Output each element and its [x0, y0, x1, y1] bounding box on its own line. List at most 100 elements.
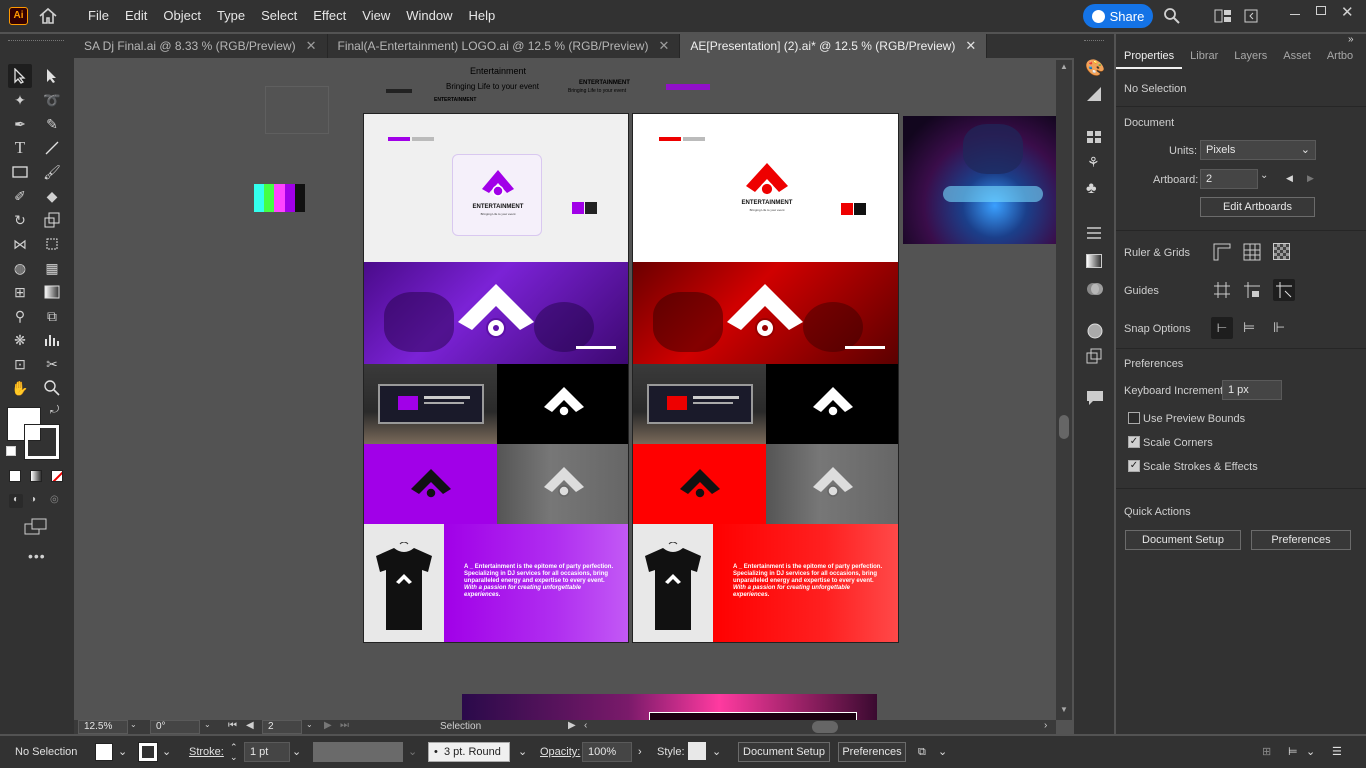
gradient-panel-icon[interactable] — [1086, 254, 1102, 268]
menu-effect[interactable]: Effect — [305, 0, 354, 32]
type-tool-icon[interactable]: T — [8, 136, 32, 160]
preferences-button[interactable]: Preferences — [1251, 530, 1351, 550]
snap-pixel-icon[interactable]: ⊩ — [1273, 319, 1285, 336]
canvas-area[interactable]: Entertainment Bringing Life to your even… — [74, 60, 1056, 720]
arrange-dropdown-icon[interactable]: ⌄ — [938, 742, 947, 762]
units-select[interactable]: Pixels ⌄ — [1200, 140, 1316, 160]
curvature-tool-icon[interactable]: ✎ — [40, 112, 64, 136]
prev-artboard-icon[interactable]: ◀ — [246, 720, 254, 731]
smart-guides-icon[interactable] — [1273, 279, 1295, 301]
stroke-weight-field[interactable]: 1 pt — [244, 742, 290, 762]
control-menu-icon[interactable]: ☰ — [1332, 742, 1342, 762]
close-tab-icon[interactable]: ✕ — [965, 38, 976, 53]
panel-tab-asset[interactable]: Asset — [1275, 43, 1319, 69]
graphic-styles-icon[interactable] — [1086, 348, 1102, 367]
stroke-stepper-icon[interactable]: ⌃ ⌄ — [230, 742, 238, 762]
keyboard-increment-field[interactable]: 1 px — [1222, 380, 1282, 400]
stroke-swatch[interactable] — [24, 424, 60, 460]
menu-type[interactable]: Type — [209, 0, 253, 32]
panel-tab-librar[interactable]: Librar — [1182, 43, 1226, 69]
menu-file[interactable]: File — [80, 0, 117, 32]
snap-grid-icon[interactable]: ⊨ — [1243, 319, 1255, 336]
snap-point-icon[interactable]: ⊢ — [1211, 317, 1233, 339]
column-graph-icon[interactable] — [40, 328, 64, 352]
stroke-panel-icon[interactable] — [1086, 226, 1102, 243]
use-preview-bounds-checkbox[interactable] — [1128, 412, 1140, 424]
align-icon[interactable]: ⊞ — [1262, 742, 1271, 762]
artboard-number-field[interactable]: 2 — [262, 720, 302, 734]
direct-selection-tool-icon[interactable] — [40, 64, 64, 88]
lock-guides-icon[interactable] — [1243, 281, 1261, 302]
eyedropper-icon[interactable]: ⚲ — [8, 304, 32, 328]
pen-tool-icon[interactable]: ✒ — [8, 112, 32, 136]
panel-tab-artbo[interactable]: Artbo — [1319, 43, 1361, 69]
paintbrush-tool-icon[interactable]: 🖌 — [40, 160, 64, 184]
hscroll-thumb[interactable] — [812, 721, 838, 733]
transparency-grid-icon[interactable] — [1273, 243, 1290, 260]
next-artboard-icon[interactable]: ▶ — [1307, 173, 1314, 184]
comments-icon[interactable] — [1086, 390, 1104, 409]
prev-artboard-icon[interactable]: ◀ — [1286, 173, 1293, 184]
rotate-field[interactable]: 0° — [150, 720, 200, 734]
menu-edit[interactable]: Edit — [117, 0, 155, 32]
width-tool-icon[interactable]: ⋈ — [8, 232, 32, 256]
restore-icon[interactable] — [1316, 6, 1326, 15]
tab-doc-1[interactable]: SA Dj Final.ai @ 8.33 % (RGB/Preview) ✕ — [74, 34, 328, 58]
close-window-icon[interactable]: ✕ — [1341, 3, 1354, 21]
variable-width-profile[interactable] — [313, 742, 403, 762]
scale-strokes-checkbox[interactable]: ✓ — [1128, 460, 1140, 472]
artboard-field[interactable]: 2 — [1200, 169, 1258, 189]
rotate-tool-icon[interactable]: ↻ — [8, 208, 32, 232]
status-menu-icon[interactable]: ▶ — [568, 720, 576, 731]
fill-dropdown-icon[interactable]: ⌄ — [118, 742, 127, 762]
blend-tool-icon[interactable]: ⧉ — [40, 304, 64, 328]
none-mode-icon[interactable] — [51, 470, 63, 482]
zoom-tool-icon[interactable] — [40, 376, 64, 400]
stroke-label[interactable]: Stroke: — [189, 742, 224, 762]
opacity-field[interactable]: 100% — [582, 742, 632, 762]
minimize-icon[interactable] — [1290, 14, 1300, 15]
zoom-field[interactable]: 12.5% — [78, 720, 128, 734]
lasso-icon[interactable]: ➰ — [40, 88, 64, 112]
vertical-scrollbar[interactable]: ▲ ▼ — [1056, 60, 1072, 720]
share-button[interactable]: Share — [1083, 4, 1153, 28]
slice-tool-icon[interactable]: ✂ — [40, 352, 64, 376]
magic-wand-icon[interactable]: ✦ — [8, 88, 32, 112]
free-transform-icon[interactable] — [40, 232, 64, 256]
distribute-icon[interactable]: ⊨ — [1288, 742, 1298, 762]
tab-doc-2[interactable]: Final(A-Entertainment) LOGO.ai @ 12.5 % … — [328, 34, 681, 58]
selection-tool-icon[interactable] — [8, 64, 32, 88]
dj-photo[interactable] — [903, 116, 1056, 244]
control-fill-swatch[interactable] — [95, 743, 113, 761]
hscroll-left-icon[interactable]: ‹ — [584, 720, 587, 731]
artboard-red[interactable]: ENTERTAINMENT Bringing Life to your even… — [632, 113, 899, 643]
rectangle-tool-icon[interactable] — [8, 160, 32, 184]
symbol-sprayer-icon[interactable]: ❋ — [8, 328, 32, 352]
tab-doc-3[interactable]: AE[Presentation] (2).ai* @ 12.5 % (RGB/P… — [680, 34, 988, 58]
draw-normal-icon[interactable]: ◐ — [9, 494, 23, 508]
scale-tool-icon[interactable] — [40, 208, 64, 232]
panel-tab-properties[interactable]: Properties — [1116, 43, 1183, 69]
artboard-dropdown-icon[interactable]: ⌄ — [306, 720, 313, 729]
last-artboard-icon[interactable]: ⏭ — [340, 720, 349, 731]
menu-help[interactable]: Help — [460, 0, 503, 32]
bottom-artboard[interactable] — [462, 694, 877, 720]
color-mode-icon[interactable] — [9, 470, 21, 482]
control-stroke-swatch[interactable] — [138, 742, 158, 762]
opacity-label[interactable]: Opacity: — [540, 742, 580, 762]
style-swatch[interactable] — [688, 742, 706, 760]
color-guide-icon[interactable] — [1086, 86, 1102, 105]
eraser-tool-icon[interactable]: ◆ — [40, 184, 64, 208]
distribute-dropdown-icon[interactable]: ⌄ — [1306, 742, 1315, 762]
gradient-tool-icon[interactable] — [40, 280, 64, 304]
scale-corners-checkbox[interactable]: ✓ — [1128, 436, 1140, 448]
color-panel-icon[interactable]: 🎨 — [1085, 58, 1105, 78]
document-setup-button[interactable]: Document Setup — [1125, 530, 1241, 550]
arrange-icon[interactable]: ⧉ — [918, 742, 926, 762]
opacity-arrow-icon[interactable]: › — [638, 742, 642, 762]
draw-behind-icon[interactable]: ◑ — [30, 494, 36, 505]
draw-inside-icon[interactable]: ◎ — [50, 494, 59, 505]
home-icon[interactable] — [38, 6, 58, 26]
scroll-down-icon[interactable]: ▼ — [1060, 705, 1068, 714]
profile-dropdown-icon[interactable]: ⌄ — [408, 742, 417, 762]
